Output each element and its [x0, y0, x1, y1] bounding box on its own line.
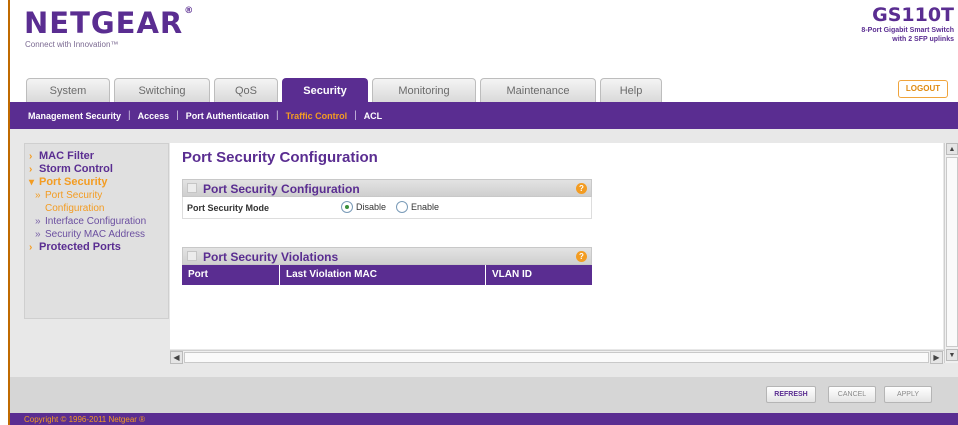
cancel-button[interactable]: CANCEL	[828, 386, 876, 403]
scroll-thumb[interactable]	[184, 352, 929, 363]
bullet-icon: »	[35, 229, 41, 240]
section-header: Port Security Configuration ?	[182, 179, 592, 197]
main-tabs: System Switching QoS Security Monitoring…	[26, 78, 666, 102]
radio-enable-label: Enable	[411, 202, 440, 212]
port-security-mode-row: Port Security Mode Disable Enable	[182, 197, 592, 219]
scroll-thumb[interactable]	[946, 157, 958, 347]
bullet-icon: »	[35, 216, 41, 227]
column-last-violation-mac: Last Violation MAC	[280, 265, 486, 285]
page-title: Port Security Configuration	[182, 149, 378, 166]
vertical-scrollbar[interactable]: ▲ ▼	[944, 143, 958, 363]
section-icon	[187, 183, 197, 193]
subnav-separator: |	[128, 110, 131, 121]
subnav-separator: |	[354, 110, 357, 121]
subnav-separator: |	[176, 110, 179, 121]
section-header: Port Security Violations ?	[182, 247, 592, 265]
column-port: Port	[182, 265, 280, 285]
product-desc-line1: 8-Port Gigabit Smart Switch	[861, 27, 954, 34]
bullet-icon: ›	[29, 164, 33, 175]
bullet-icon: ›	[29, 242, 33, 253]
sub-navigation: Management Security | Access | Port Auth…	[10, 102, 958, 129]
menu-subitem-security-mac-address[interactable]: » Security MAC Address	[29, 228, 164, 241]
content-area: › MAC Filter › Storm Control ▾ Port Securit…	[10, 129, 958, 377]
section-title: Port Security Violations	[203, 250, 339, 264]
copyright-text: Copyright © 1996-2011 Netgear ®	[24, 415, 146, 424]
violations-table-header: Port Last Violation MAC VLAN ID	[182, 265, 592, 285]
tab-qos[interactable]: QoS	[214, 78, 278, 102]
help-icon[interactable]: ?	[576, 183, 587, 194]
tab-monitoring[interactable]: Monitoring	[372, 78, 476, 102]
bullet-icon: »	[35, 190, 41, 201]
refresh-button[interactable]: REFRESH	[766, 386, 816, 403]
tab-maintenance[interactable]: Maintenance	[480, 78, 596, 102]
subnav-port-authentication[interactable]: Port Authentication	[186, 111, 269, 121]
product-model: GS110T	[872, 4, 954, 26]
menu-subitem-port-security-configuration[interactable]: » Port Security Configuration	[29, 189, 164, 215]
bullet-icon: ▾	[29, 177, 35, 188]
menu-item-storm-control[interactable]: › Storm Control	[29, 163, 164, 176]
radio-disable-label: Disable	[356, 202, 387, 212]
help-icon[interactable]: ?	[576, 251, 587, 262]
scroll-left-icon[interactable]: ◀	[170, 351, 183, 364]
menu-subitem-interface-configuration[interactable]: » Interface Configuration	[29, 215, 164, 228]
bullet-icon: ›	[29, 151, 33, 162]
section-title: Port Security Configuration	[203, 182, 360, 196]
left-menu: › MAC Filter › Storm Control ▾ Port Securit…	[24, 143, 169, 319]
tab-help[interactable]: Help	[600, 78, 662, 102]
apply-button[interactable]: APPLY	[884, 386, 932, 403]
port-security-violations-section: Port Security Violations ? Port Last Vio…	[182, 247, 592, 285]
footer: Copyright © 1996-2011 Netgear ®	[10, 413, 958, 425]
menu-item-protected-ports[interactable]: › Protected Ports	[29, 241, 164, 254]
main-panel: Port Security Configuration Port Securit…	[170, 143, 943, 349]
port-security-mode-radios: Disable Enable	[341, 201, 449, 213]
menu-item-port-security[interactable]: ▾ Port Security	[29, 176, 164, 189]
menu-item-mac-filter[interactable]: › MAC Filter	[29, 150, 164, 163]
radio-disable[interactable]	[341, 201, 353, 213]
scroll-right-icon[interactable]: ▶	[930, 351, 943, 364]
horizontal-scrollbar[interactable]: ◀ ▶	[170, 350, 944, 364]
radio-enable[interactable]	[396, 201, 409, 213]
logout-button[interactable]: LOGOUT	[898, 80, 948, 98]
netgear-logo: NETGEAR®	[24, 6, 195, 40]
port-security-config-section: Port Security Configuration ? Port Secur…	[182, 179, 592, 219]
tab-system[interactable]: System	[26, 78, 110, 102]
scroll-down-icon[interactable]: ▼	[946, 349, 958, 361]
action-bar: REFRESH CANCEL APPLY	[10, 377, 958, 413]
product-info: GS110T 8-Port Gigabit Smart Switch with …	[861, 4, 954, 44]
scroll-up-icon[interactable]: ▲	[946, 143, 958, 155]
subnav-access[interactable]: Access	[138, 111, 170, 121]
browser-frame: NETGEAR® Connect with Innovation™ GS110T…	[8, 0, 958, 425]
section-icon	[187, 251, 197, 261]
subnav-traffic-control[interactable]: Traffic Control	[286, 111, 348, 121]
product-desc-line2: with 2 SFP uplinks	[892, 36, 954, 43]
subnav-acl[interactable]: ACL	[364, 111, 383, 121]
port-security-mode-label: Port Security Mode	[187, 203, 270, 213]
tagline: Connect with Innovation™	[25, 40, 119, 49]
header: NETGEAR® Connect with Innovation™ GS110T…	[10, 0, 958, 75]
column-vlan-id: VLAN ID	[492, 269, 532, 280]
subnav-separator: |	[275, 110, 279, 121]
tab-security[interactable]: Security	[282, 78, 368, 102]
subnav-management-security[interactable]: Management Security	[28, 111, 121, 121]
tab-switching[interactable]: Switching	[114, 78, 210, 102]
